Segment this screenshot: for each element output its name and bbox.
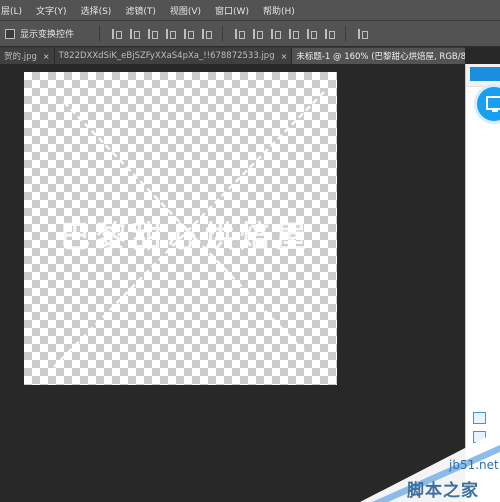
divider bbox=[345, 26, 347, 41]
show-transform-checkbox[interactable] bbox=[5, 28, 15, 39]
distribute-bottom-icon[interactable] bbox=[270, 28, 282, 40]
align-bottom-edges-icon[interactable] bbox=[147, 28, 159, 40]
menu-type[interactable]: 文字(Y) bbox=[29, 4, 74, 17]
close-tab-icon[interactable]: × bbox=[281, 52, 288, 61]
distribute-left-icon[interactable] bbox=[288, 28, 300, 40]
image-icon[interactable] bbox=[473, 412, 486, 424]
close-tab-icon[interactable]: × bbox=[43, 52, 50, 61]
panel-header-bar bbox=[470, 67, 500, 81]
menu-layer[interactable]: 层(L) bbox=[0, 4, 29, 17]
show-transform-label: 显示变换控件 bbox=[20, 30, 75, 40]
tab-label: 未标题-1 @ 160% (巴黎甜心烘焙屋, RGB/8) * bbox=[296, 52, 465, 62]
document-tab[interactable]: T822DXXdSiK_eBjSZFyXXaS4pXa_!!678872533.… bbox=[54, 48, 293, 64]
tab-label: 贺的.jpg bbox=[4, 52, 37, 62]
image-icon[interactable] bbox=[473, 431, 486, 443]
site-watermark-name: 脚本之家 bbox=[407, 481, 479, 501]
align-top-edges-icon[interactable] bbox=[111, 28, 123, 40]
divider bbox=[99, 26, 101, 41]
site-watermark-domain: jb51.net bbox=[449, 458, 499, 472]
document-canvas[interactable]: 巴黎甜心烘焙屋 bbox=[24, 72, 337, 385]
menu-window[interactable]: 窗口(W) bbox=[208, 4, 256, 17]
align-right-edges-icon[interactable] bbox=[201, 28, 213, 40]
align-left-edges-icon[interactable] bbox=[165, 28, 177, 40]
distribute-horizontal-centers-icon[interactable] bbox=[306, 28, 318, 40]
show-transform-controls[interactable]: 显示变换控件 bbox=[5, 27, 74, 40]
align-horizontal-centers-icon[interactable] bbox=[183, 28, 195, 40]
distribute-top-icon[interactable] bbox=[234, 28, 246, 40]
menu-select[interactable]: 选择(S) bbox=[74, 4, 119, 17]
document-tab-bar: 贺的.jpg × T822DXXdSiK_eBjSZFyXXaS4pXa_!!6… bbox=[0, 47, 465, 64]
divider bbox=[222, 26, 224, 41]
menu-view[interactable]: 视图(V) bbox=[163, 4, 208, 17]
align-vertical-centers-icon[interactable] bbox=[129, 28, 141, 40]
watermark-text: 巴黎甜心烘焙屋 bbox=[60, 220, 312, 255]
tab-label: T822DXXdSiK_eBjSZFyXXaS4pXa_!!678872533.… bbox=[58, 51, 275, 61]
watermark-layer: 巴黎甜心烘焙屋 bbox=[53, 91, 325, 373]
auto-align-layers-icon[interactable] bbox=[357, 28, 369, 40]
menu-filter[interactable]: 滤镜(T) bbox=[118, 4, 163, 17]
right-panel bbox=[465, 64, 500, 502]
distribute-vertical-centers-icon[interactable] bbox=[252, 28, 264, 40]
options-bar: 显示变换控件 bbox=[0, 21, 500, 47]
document-tab[interactable]: 贺的.jpg × bbox=[0, 48, 55, 64]
distribute-right-icon[interactable] bbox=[324, 28, 336, 40]
menu-bar: 层(L) 文字(Y) 选择(S) 滤镜(T) 视图(V) 窗口(W) 帮助(H) bbox=[0, 0, 500, 21]
document-tab-active[interactable]: 未标题-1 @ 160% (巴黎甜心烘焙屋, RGB/8) * × bbox=[292, 48, 465, 64]
monitor-icon-button[interactable] bbox=[474, 84, 500, 124]
monitor-icon bbox=[486, 96, 500, 112]
menu-help[interactable]: 帮助(H) bbox=[256, 4, 302, 17]
